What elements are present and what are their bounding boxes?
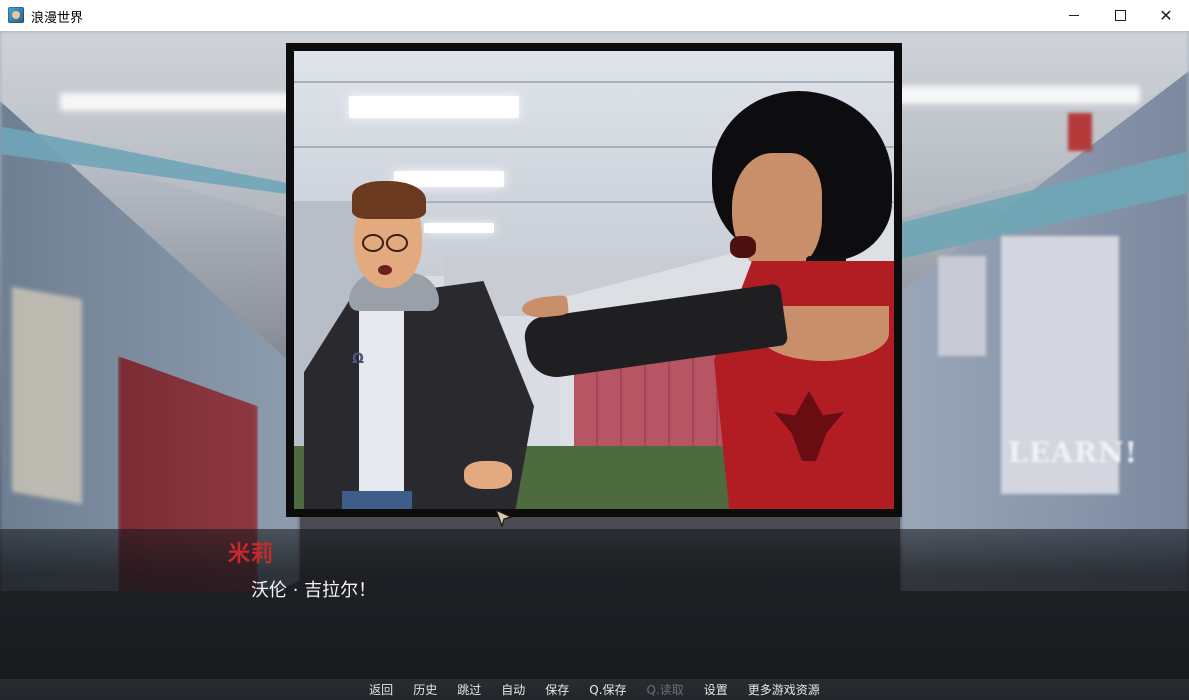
window-titlebar: 浪漫世界 ✕ bbox=[0, 0, 1189, 32]
dialogue-text: 沃伦 · 吉拉尔！ bbox=[251, 580, 377, 601]
comic-panel: Ω bbox=[286, 43, 902, 517]
dialogue-box[interactable] bbox=[0, 529, 1189, 679]
minimize-button[interactable] bbox=[1051, 0, 1097, 31]
woman-mouth bbox=[730, 236, 756, 258]
boy-shirt bbox=[359, 291, 404, 491]
shirt-logo: Ω bbox=[352, 351, 364, 367]
close-icon: ✕ bbox=[1159, 5, 1173, 25]
mouse-cursor-icon bbox=[495, 509, 513, 527]
quick-menu-quick-load[interactable]: Q.读取 bbox=[637, 681, 694, 700]
quick-menu-quick-save[interactable]: Q.保存 bbox=[579, 681, 636, 700]
quick-menu-save[interactable]: 保存 bbox=[535, 681, 579, 700]
quick-menu-auto[interactable]: 自动 bbox=[491, 681, 535, 700]
panel-ceiling-grid bbox=[294, 81, 894, 83]
background-ceiling-light bbox=[60, 93, 320, 111]
quick-menu-skip[interactable]: 跳过 bbox=[447, 681, 491, 700]
quick-menu: 返回 历史 跳过 自动 保存 Q.保存 Q.读取 设置 更多游戏资源 bbox=[0, 681, 1189, 700]
background-ceiling-light bbox=[880, 86, 1140, 104]
boy-jeans bbox=[342, 491, 412, 509]
fire-alarm bbox=[1068, 113, 1092, 151]
quick-menu-settings[interactable]: 设置 bbox=[694, 681, 738, 700]
window-title: 浪漫世界 bbox=[31, 11, 84, 26]
poster-text: LEARN! bbox=[1008, 436, 1138, 469]
boy-mouth bbox=[378, 265, 392, 275]
background-poster-left bbox=[12, 286, 82, 505]
comic-panel-image: Ω bbox=[294, 51, 894, 509]
background-poster-small bbox=[938, 256, 986, 356]
game-app-icon bbox=[8, 7, 24, 23]
minimize-icon bbox=[1069, 15, 1079, 16]
boy-hand bbox=[464, 461, 512, 489]
panel-ceiling-light bbox=[349, 96, 519, 118]
boy-hair bbox=[352, 181, 426, 219]
maximize-button[interactable] bbox=[1097, 0, 1143, 31]
speaker-name: 米莉 bbox=[228, 542, 275, 567]
quick-menu-history[interactable]: 历史 bbox=[403, 681, 447, 700]
quick-menu-more-resources[interactable]: 更多游戏资源 bbox=[738, 681, 830, 700]
quick-menu-back[interactable]: 返回 bbox=[359, 681, 403, 700]
game-viewport[interactable]: LEARN! Ω 米莉 沃伦 · 吉拉尔！ 返回 历史 跳过 自动 保存 Q.保… bbox=[0, 31, 1189, 700]
glasses-icon bbox=[386, 234, 408, 252]
maximize-icon bbox=[1114, 10, 1126, 21]
panel-ceiling-light bbox=[424, 223, 494, 233]
close-button[interactable]: ✕ bbox=[1143, 0, 1189, 31]
glasses-icon bbox=[362, 234, 384, 252]
